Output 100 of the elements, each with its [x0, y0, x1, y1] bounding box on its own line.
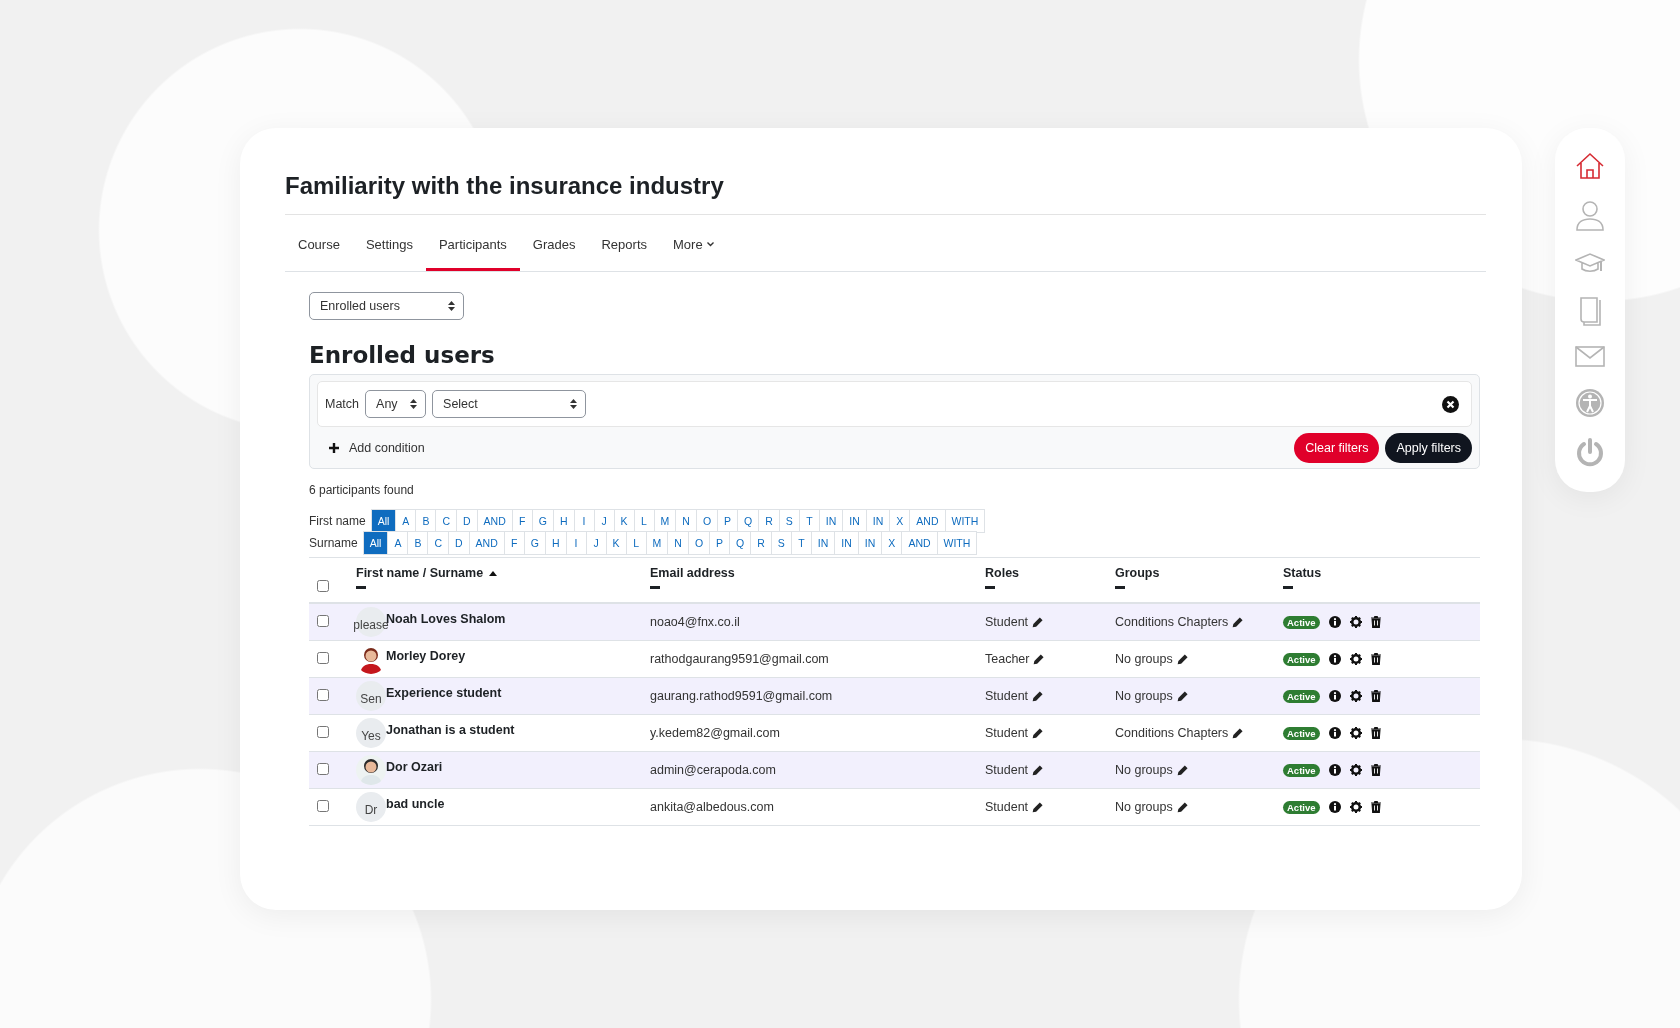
pencil-icon[interactable] — [1032, 690, 1044, 702]
row-checkbox[interactable] — [317, 800, 329, 812]
initial-button[interactable]: IN — [834, 531, 859, 555]
nav-tab[interactable]: More — [660, 225, 727, 271]
initials-label: Surname — [309, 536, 358, 550]
pencil-icon[interactable] — [1032, 616, 1044, 628]
info-icon[interactable] — [1328, 690, 1341, 702]
column-header[interactable]: First name / Surname — [356, 566, 650, 580]
select-all-checkbox[interactable] — [317, 580, 329, 592]
initial-button[interactable]: N — [667, 531, 689, 555]
initial-button[interactable]: B — [407, 531, 429, 555]
initial-button[interactable]: A — [387, 531, 409, 555]
row-checkbox[interactable] — [317, 726, 329, 738]
column-header[interactable]: Email address — [650, 566, 985, 580]
pencil-icon[interactable] — [1032, 727, 1044, 739]
pencil-icon[interactable] — [1232, 616, 1244, 628]
status-badge: Active — [1283, 652, 1320, 666]
apply-filters-button[interactable]: Apply filters — [1385, 433, 1472, 463]
status-badge: Active — [1283, 800, 1320, 814]
pencil-icon[interactable] — [1032, 801, 1044, 813]
role-cell: Student — [985, 800, 1029, 814]
nav-tab[interactable]: Reports — [588, 225, 660, 271]
info-icon[interactable] — [1328, 801, 1341, 813]
pencil-icon[interactable] — [1176, 690, 1188, 702]
nav-tab[interactable]: Course — [285, 225, 353, 271]
trash-icon[interactable] — [1370, 690, 1381, 702]
user-name[interactable]: Morley Dorey — [386, 649, 466, 663]
settings-icon[interactable] — [1349, 690, 1362, 702]
initial-button[interactable]: All — [362, 531, 389, 555]
initial-button[interactable]: J — [585, 531, 607, 555]
info-icon[interactable] — [1328, 616, 1341, 628]
settings-icon[interactable] — [1349, 801, 1362, 813]
pencil-icon[interactable] — [1033, 653, 1045, 665]
row-checkbox[interactable] — [317, 652, 329, 664]
settings-icon[interactable] — [1349, 764, 1362, 776]
view-select[interactable]: Enrolled users — [309, 292, 464, 320]
user-initials: please — [356, 607, 386, 637]
trash-icon[interactable] — [1370, 727, 1381, 739]
initial-button[interactable]: R — [750, 531, 772, 555]
pencil-icon[interactable] — [1176, 653, 1188, 665]
participants-count: 6 participants found — [309, 483, 415, 497]
initial-button[interactable]: D — [448, 531, 470, 555]
role-cell: Student — [985, 689, 1029, 703]
initial-button[interactable]: P — [709, 531, 731, 555]
pencil-icon[interactable] — [1232, 727, 1244, 739]
row-checkbox[interactable] — [317, 763, 329, 775]
pencil-icon[interactable] — [1032, 764, 1044, 776]
user-name[interactable]: Dor Ozari — [386, 760, 443, 774]
user-name[interactable]: Experience student — [386, 686, 502, 700]
initials-label: First name — [309, 514, 366, 528]
column-header[interactable]: Roles — [985, 566, 1115, 580]
settings-icon[interactable] — [1349, 653, 1362, 665]
column-header[interactable]: Groups — [1115, 566, 1283, 580]
initial-button[interactable]: All — [370, 509, 397, 533]
email-cell-text: admin@cerapoda.com — [650, 763, 777, 777]
initial-button[interactable]: S — [770, 531, 792, 555]
user-name[interactable]: bad uncle — [386, 797, 445, 811]
match-select[interactable]: Any — [365, 390, 427, 418]
initial-button[interactable]: F — [503, 531, 525, 555]
user-initials: Dr — [356, 792, 386, 822]
initial-button[interactable]: G — [523, 531, 546, 555]
initial-button[interactable]: L — [625, 531, 647, 555]
initial-button[interactable]: AND — [901, 531, 938, 555]
groups-cell: No groups — [1115, 652, 1173, 666]
info-icon[interactable] — [1328, 653, 1341, 665]
role-cell: Student — [985, 763, 1029, 777]
trash-icon[interactable] — [1370, 764, 1381, 776]
nav-tab[interactable]: Grades — [519, 225, 589, 271]
initial-button[interactable]: C — [427, 531, 449, 555]
remove-icon[interactable] — [1442, 395, 1459, 413]
settings-icon[interactable] — [1349, 616, 1362, 628]
row-checkbox[interactable] — [317, 689, 329, 701]
info-icon[interactable] — [1328, 764, 1341, 776]
trash-icon[interactable] — [1370, 653, 1381, 665]
settings-icon[interactable] — [1349, 727, 1362, 739]
pencil-icon[interactable] — [1176, 801, 1188, 813]
groups-cell: No groups — [1115, 800, 1173, 814]
initial-button[interactable]: Q — [729, 531, 752, 555]
home-icon[interactable] — [1575, 152, 1605, 180]
initial-button[interactable]: K — [605, 531, 627, 555]
initial-button[interactable]: T — [790, 531, 812, 555]
column-header[interactable]: Status — [1283, 566, 1480, 580]
condition-select[interactable]: Select — [432, 390, 587, 418]
clear-filters-button[interactable]: Clear filters — [1294, 433, 1380, 463]
nav-tab[interactable]: Settings — [352, 225, 426, 271]
groups-cell: Conditions Chapters — [1115, 615, 1229, 629]
initial-button[interactable]: I — [565, 531, 587, 555]
trash-icon[interactable] — [1370, 801, 1381, 813]
row-checkbox[interactable] — [317, 615, 329, 627]
initial-button[interactable]: H — [544, 531, 567, 555]
pencil-icon[interactable] — [1176, 764, 1188, 776]
info-icon[interactable] — [1328, 727, 1341, 739]
match-label: Match — [325, 397, 360, 411]
initial-button[interactable]: WITH — [936, 531, 978, 555]
user-name[interactable]: Jonathan is a student — [386, 723, 515, 737]
initial-button[interactable]: X — [881, 531, 903, 555]
trash-icon[interactable] — [1370, 616, 1381, 628]
initial-button[interactable]: AND — [468, 531, 505, 555]
nav-tab[interactable]: Participants — [425, 225, 520, 271]
add-condition-button[interactable]: Add condition — [329, 441, 425, 455]
